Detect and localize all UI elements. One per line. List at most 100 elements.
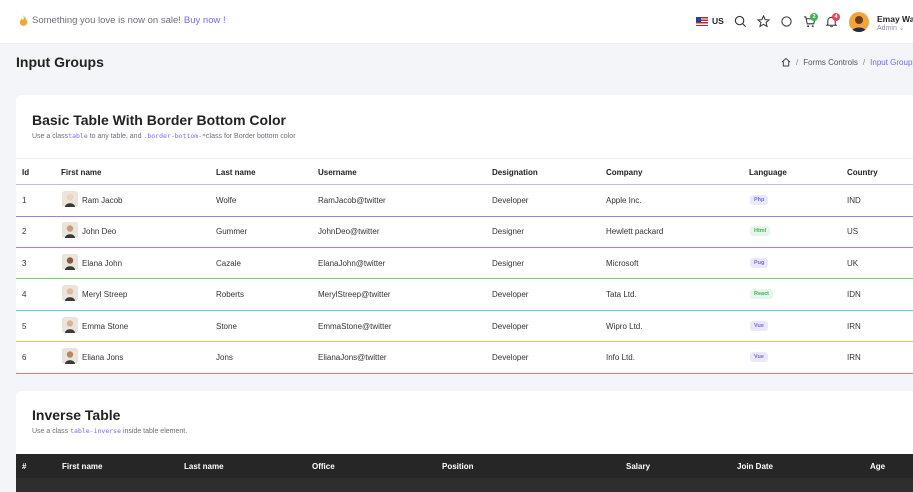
language-badge: React: [750, 289, 773, 300]
column-header-number: #: [22, 462, 27, 471]
inverse-table-card: Inverse Table Use a class table-inverse …: [16, 391, 913, 492]
cell-country: UK: [847, 258, 859, 268]
promo-text: Something you love is now on sale!: [32, 15, 181, 26]
us-flag-icon: [696, 16, 708, 26]
home-icon[interactable]: [781, 57, 791, 67]
cell-country: IDN: [847, 290, 861, 300]
cell-company: Microsoft: [606, 258, 639, 268]
cell-first-name: John Deo: [82, 227, 117, 237]
cell-company: Hewlett packard: [606, 227, 664, 237]
language-badge: Pug: [750, 257, 769, 268]
cell-first-name: Elana John: [82, 258, 123, 268]
fire-icon: [19, 15, 28, 26]
table-row: 6 Eliana Jons Jons ElianaJons@twitter Develo…: [16, 342, 913, 374]
user-avatar-icon: [62, 253, 78, 270]
top-bar: Something you love is now on sale! Buy n…: [0, 0, 913, 44]
table-row: 1 Ram Jacob Wolfe RamJacob@twitter Developer…: [16, 185, 913, 217]
table-row: 5 Emma Stone Stone EmmaStone@twitter Develop…: [16, 311, 913, 343]
column-header-salary: Salary: [626, 462, 651, 471]
breadcrumb-separator: /: [796, 57, 799, 67]
column-header-id: Id: [22, 168, 30, 177]
breadcrumb: / Forms Controls / Input Groups: [781, 57, 913, 67]
buy-now-link[interactable]: Buy now !: [184, 15, 226, 26]
card-title: Basic Table With Border Bottom Color: [32, 112, 286, 128]
cell-first-name: Ram Jacob: [82, 196, 123, 205]
language-badge: Vue: [750, 320, 768, 331]
language-badge: Php: [750, 195, 769, 205]
table-row: 2 John Deo Gummer JohnDeo@twitter Designer He…: [16, 216, 913, 248]
language-selector[interactable]: US: [696, 16, 724, 26]
column-header-first-name: First name: [61, 168, 102, 177]
table-row: 4 Meryl Streep Roberts MerylStreep@twitter D…: [16, 279, 913, 311]
column-header-last-name: Last name: [216, 168, 256, 177]
cell-username: ElianaJons@twitter: [318, 353, 387, 362]
cell-last-name: Stone: [216, 321, 237, 331]
cell-designation: Developer: [492, 321, 529, 331]
cell-company: Info Ltd.: [606, 353, 635, 362]
cell-designation: Designer: [492, 227, 525, 237]
cell-last-name: Cazale: [216, 258, 241, 268]
column-header-office: Office: [312, 462, 335, 471]
cell-company: Wipro Ltd.: [606, 321, 643, 331]
column-header-country: Country: [847, 168, 878, 177]
cell-first-name: Eliana Jons: [82, 353, 124, 362]
language-badge: Vue: [750, 352, 768, 362]
user-name[interactable]: Emay Walter: [877, 14, 913, 24]
card-subtitle: Use a class table-inverse inside table e…: [32, 427, 188, 435]
moon-icon[interactable]: [780, 15, 793, 28]
cell-username: JohnDeo@twitter: [318, 227, 380, 237]
cell-id: 5: [22, 321, 27, 331]
breadcrumb-current: Input Groups: [870, 57, 913, 67]
chevron-down-icon: ⌄: [898, 25, 905, 32]
card-title: Inverse Table: [32, 407, 121, 423]
cell-company: Apple Inc.: [606, 196, 642, 205]
cell-designation: Developer: [492, 353, 529, 362]
cell-username: EmmaStone@twitter: [318, 321, 392, 331]
star-icon[interactable]: [757, 15, 770, 28]
column-header-company: Company: [606, 168, 643, 177]
cell-country: IRN: [847, 353, 861, 362]
cell-username: RamJacob@twitter: [318, 196, 386, 205]
notification-count-badge: 4: [832, 13, 840, 21]
breadcrumb-forms-controls[interactable]: Forms Controls: [803, 58, 858, 67]
cell-username: ElanaJohn@twitter: [318, 258, 386, 268]
search-icon[interactable]: [734, 15, 747, 28]
user-avatar-icon: [62, 222, 78, 239]
cell-designation: Developer: [492, 196, 529, 205]
card-subtitle: Use a classtable to any table, and .bord…: [32, 132, 296, 140]
border-bottom-table-card: Basic Table With Border Bottom Color Use…: [16, 95, 913, 374]
cell-designation: Developer: [492, 290, 529, 300]
user-role[interactable]: Admin ⌄: [877, 24, 905, 32]
language-badge: Html: [750, 226, 771, 237]
cell-country: IND: [847, 196, 861, 205]
user-avatar[interactable]: [849, 12, 869, 32]
cell-id: 6: [22, 353, 27, 362]
cell-id: 4: [22, 290, 27, 300]
cell-designation: Designer: [492, 258, 525, 268]
column-header-designation: Designation: [492, 168, 538, 177]
cell-first-name: Emma Stone: [82, 321, 129, 331]
column-header-username: Username: [318, 168, 357, 177]
cell-last-name: Gummer: [216, 227, 248, 237]
cell-username: MerylStreep@twitter: [318, 290, 391, 300]
table-row: [16, 478, 913, 492]
cell-id: 1: [22, 196, 27, 205]
column-header-position: Position: [442, 462, 474, 471]
cell-last-name: Wolfe: [216, 196, 237, 205]
column-header-join-date: Join Date: [737, 462, 774, 471]
user-avatar-icon: [62, 191, 78, 207]
breadcrumb-separator: /: [862, 57, 866, 67]
cell-country: IRN: [847, 321, 861, 331]
inverse-table-header: # First name Last name Office Position S…: [16, 454, 913, 478]
locale-label: US: [712, 16, 724, 26]
cart-count-badge: 2: [810, 13, 818, 21]
column-header-first-name: First name: [62, 462, 103, 471]
user-avatar-icon: [62, 285, 78, 302]
page-title: Input Groups: [16, 54, 104, 70]
cell-id: 2: [22, 227, 27, 237]
column-header-last-name: Last name: [184, 462, 224, 471]
user-avatar-icon: [852, 16, 866, 32]
column-header-age: Age: [870, 462, 886, 471]
cell-id: 3: [22, 258, 27, 268]
cell-last-name: Roberts: [216, 290, 245, 300]
